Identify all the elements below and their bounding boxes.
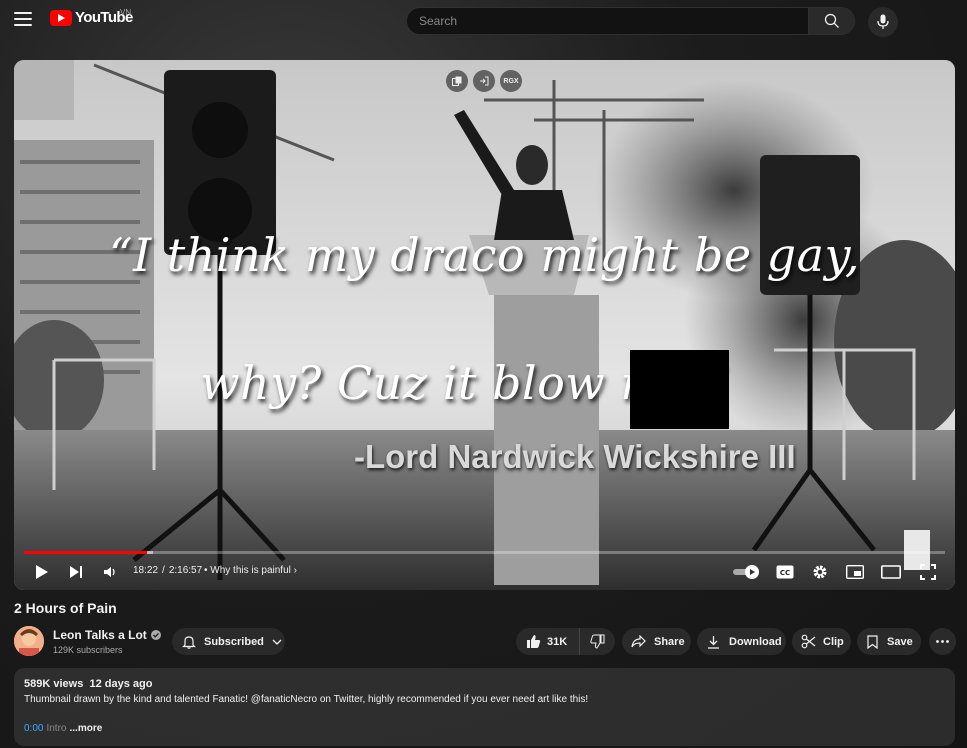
description-footer: 0:00 Intro ...more bbox=[24, 723, 102, 734]
chevron-right-icon: › bbox=[293, 565, 297, 576]
search-button[interactable] bbox=[808, 7, 855, 35]
description-text: Thumbnail drawn by the kind and talented… bbox=[24, 694, 589, 705]
microphone-icon bbox=[877, 14, 889, 29]
download-label: Download bbox=[729, 635, 782, 648]
volume-icon bbox=[104, 567, 115, 577]
hamburger-menu-icon bbox=[14, 12, 32, 14]
avatar-image bbox=[14, 626, 44, 656]
download-button[interactable]: Download bbox=[697, 628, 786, 655]
miniplayer-button[interactable] bbox=[844, 558, 866, 586]
quote-line-2: why? Cuz it blow n s.” bbox=[200, 356, 729, 410]
progress-played bbox=[24, 551, 147, 554]
description-meta: 589K views 12 days ago bbox=[24, 678, 152, 690]
time-separator: / bbox=[162, 565, 165, 576]
dislike-button[interactable] bbox=[580, 628, 615, 655]
more-horizontal-icon bbox=[936, 640, 949, 643]
autoplay-toggle-icon bbox=[733, 565, 759, 579]
video-frame bbox=[14, 60, 955, 590]
share-label: Share bbox=[654, 635, 685, 648]
copy-extension-button[interactable] bbox=[446, 70, 468, 92]
view-count: 589K views bbox=[24, 678, 84, 690]
theater-mode-icon bbox=[881, 565, 901, 579]
quote-attribution: -Lord Nardwick Wickshire III bbox=[354, 438, 796, 475]
search-icon bbox=[824, 13, 839, 28]
current-time: 18:22 bbox=[133, 565, 159, 576]
voice-search-button[interactable] bbox=[868, 7, 898, 37]
theater-mode-button[interactable] bbox=[880, 558, 902, 586]
gear-icon bbox=[813, 565, 827, 579]
upload-age: 12 days ago bbox=[89, 678, 153, 690]
like-button[interactable]: 31K bbox=[516, 628, 580, 655]
share-icon bbox=[631, 635, 646, 648]
miniplayer-icon bbox=[846, 565, 864, 579]
next-icon bbox=[70, 566, 82, 578]
share-button[interactable]: Share bbox=[622, 628, 691, 655]
player-controls: 18:22 / 2:16:57 • Why this is painful › … bbox=[14, 558, 955, 586]
like-count: 31K bbox=[547, 635, 568, 648]
chapter-intro-label: Intro bbox=[46, 723, 67, 734]
subtitles-button[interactable]: CC bbox=[774, 558, 796, 586]
rgx-extension-button[interactable]: RGX bbox=[500, 70, 522, 92]
youtube-play-logo-icon bbox=[50, 9, 72, 26]
quote-line-1: “I think my draco might be gay, bbox=[108, 228, 861, 282]
masthead: YouTube VN bbox=[0, 0, 967, 42]
play-button[interactable] bbox=[32, 558, 52, 586]
chapter-title: • Why this is painful bbox=[204, 565, 291, 576]
svg-text:CC: CC bbox=[780, 569, 790, 577]
country-code: VN bbox=[120, 8, 132, 17]
bell-icon bbox=[182, 635, 196, 649]
thumbs-up-icon bbox=[527, 635, 541, 648]
save-button[interactable]: Save bbox=[857, 628, 921, 655]
guide-menu-button[interactable] bbox=[14, 12, 32, 28]
enter-icon bbox=[480, 76, 489, 86]
duration: 2:16:57 bbox=[168, 565, 203, 576]
video-player[interactable]: RGX “I think my draco might be gay, why?… bbox=[14, 60, 955, 590]
subscribed-button[interactable]: Subscribed bbox=[172, 628, 285, 655]
progress-bar[interactable] bbox=[24, 551, 945, 554]
subscribed-label: Subscribed bbox=[204, 635, 264, 648]
mute-button[interactable] bbox=[100, 558, 120, 586]
more-actions-button[interactable] bbox=[929, 628, 956, 655]
like-dislike-group: 31K bbox=[516, 628, 615, 655]
verified-check-icon bbox=[150, 630, 161, 640]
fullscreen-button[interactable] bbox=[917, 558, 939, 586]
search-box[interactable] bbox=[406, 7, 809, 35]
subtitles-icon: CC bbox=[776, 565, 794, 579]
channel-avatar[interactable] bbox=[14, 626, 44, 656]
scissors-icon bbox=[801, 634, 816, 649]
autoplay-toggle[interactable] bbox=[732, 558, 762, 586]
time-display: 18:22 / 2:16:57 bbox=[133, 565, 202, 576]
censor-box bbox=[630, 350, 729, 429]
save-label: Save bbox=[887, 635, 913, 648]
enter-extension-button[interactable] bbox=[473, 70, 495, 92]
clip-label: Clip bbox=[823, 635, 844, 648]
channel-name-link[interactable]: Leon Talks a Lot bbox=[53, 628, 161, 642]
video-title: 2 Hours of Pain bbox=[14, 600, 117, 616]
description-box[interactable]: 589K views 12 days ago Thumbnail drawn b… bbox=[14, 668, 955, 746]
play-icon bbox=[36, 565, 48, 579]
copy-icon bbox=[452, 76, 462, 86]
chapter-timestamp-link[interactable]: 0:00 bbox=[24, 723, 43, 734]
chevron-down-icon bbox=[272, 639, 282, 645]
show-more-button[interactable]: ...more bbox=[69, 723, 102, 734]
channel-name: Leon Talks a Lot bbox=[53, 628, 147, 642]
bookmark-icon bbox=[867, 634, 878, 649]
search-input[interactable] bbox=[407, 8, 808, 34]
subscriber-count: 129K subscribers bbox=[53, 645, 123, 655]
next-button[interactable] bbox=[66, 558, 86, 586]
clip-button[interactable]: Clip bbox=[792, 628, 851, 655]
extension-buttons: RGX bbox=[446, 70, 522, 92]
chapter-title-button[interactable]: • Why this is painful › bbox=[204, 565, 297, 576]
settings-button[interactable] bbox=[809, 558, 831, 586]
download-icon bbox=[708, 635, 719, 649]
fullscreen-icon bbox=[920, 564, 936, 580]
thumbs-down-icon bbox=[590, 634, 605, 649]
